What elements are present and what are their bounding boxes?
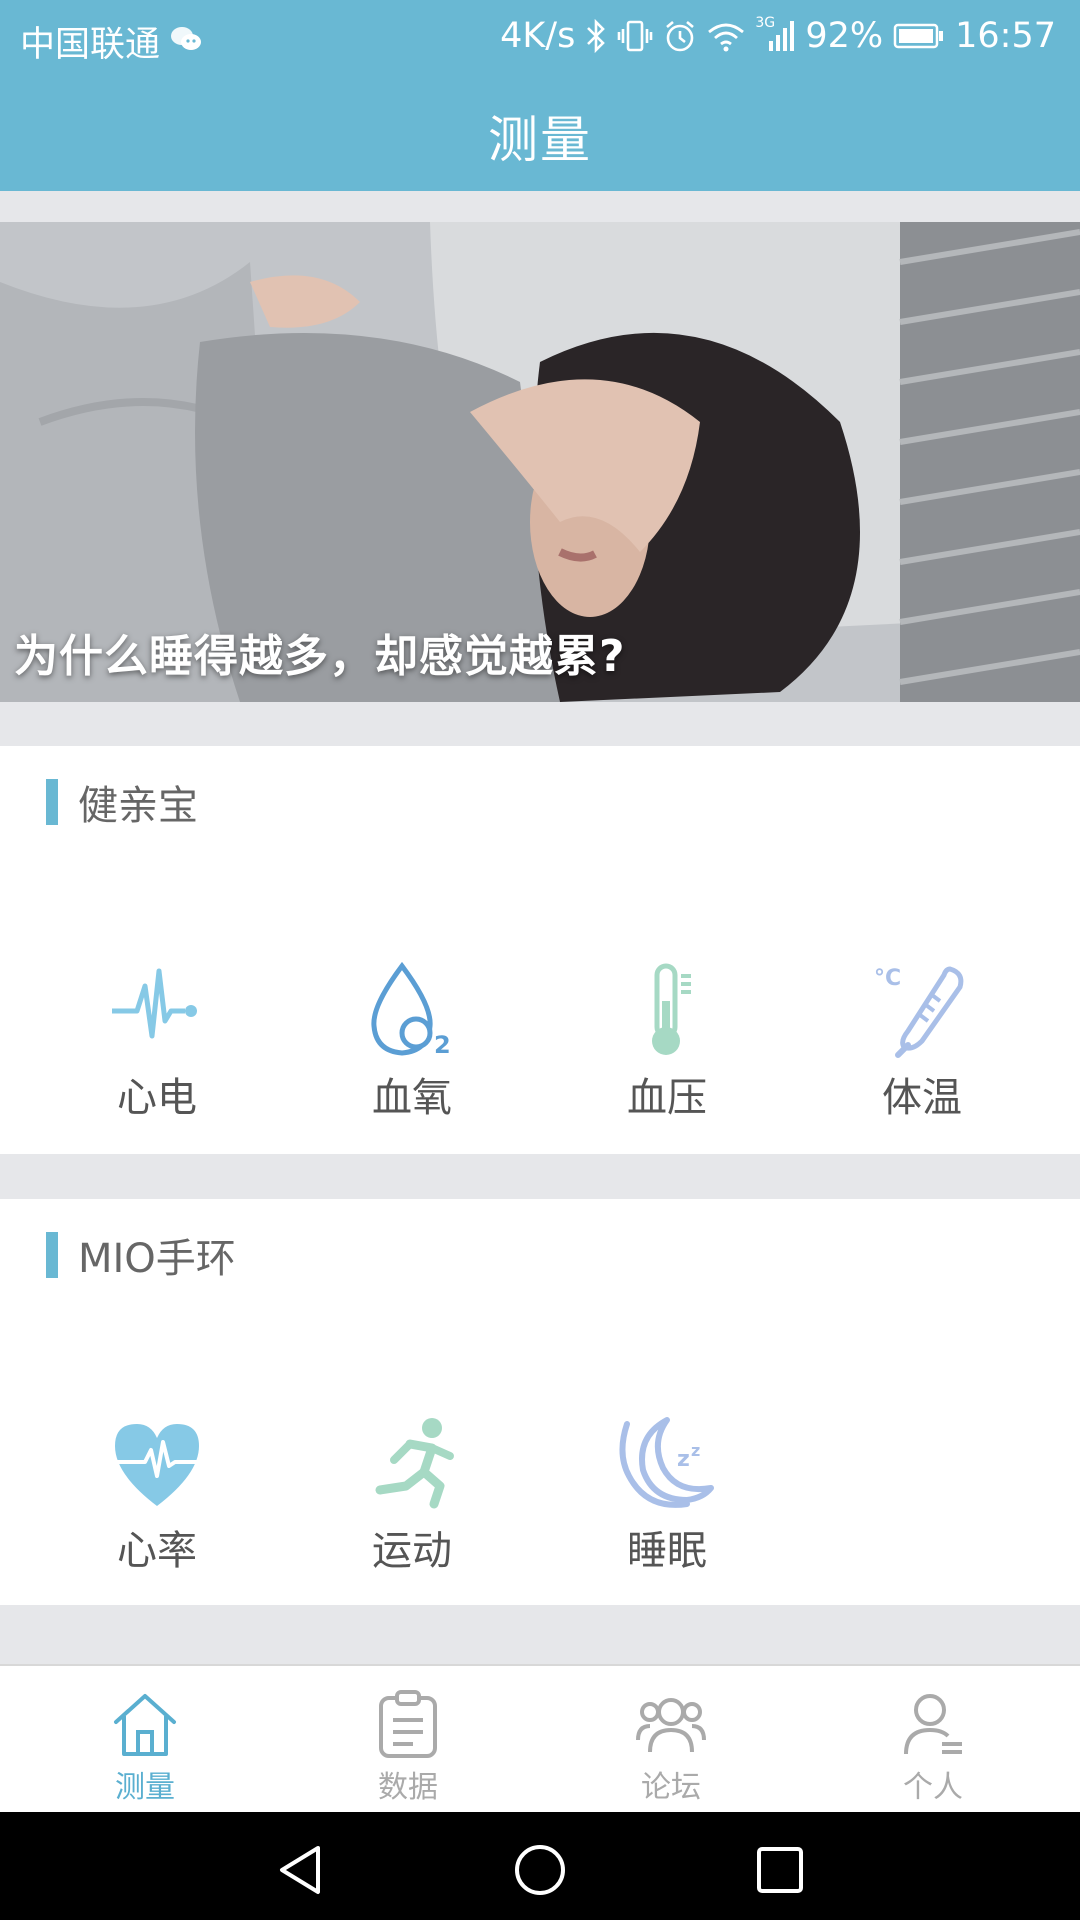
wifi-icon [707,20,745,52]
battery-percent: 92% [805,16,884,56]
section-title: MIO手环 [78,1236,236,1282]
clock: 16:57 [955,16,1056,56]
section-accent-bar [46,779,58,825]
tile-label: 心率 [117,1528,197,1574]
carrier-label: 中国联通 [20,25,161,65]
section-title: 健亲宝 [78,783,198,829]
network-type: 3G [755,15,776,31]
battery-icon [893,22,945,50]
nav-item-profile[interactable]: 个人 [863,1666,1003,1813]
nav-label: 个人 [903,1770,963,1805]
system-navigation-bar [0,1812,1080,1920]
home-icon [114,1694,176,1756]
nav-label: 数据 [378,1770,438,1805]
tile-label: 运动 [372,1528,452,1574]
tile-sleep[interactable]: z z 睡眠 [567,1414,767,1574]
article-banner[interactable]: 为什么睡得越多，却感觉越累? [0,222,1080,702]
device-section-jianqinbao: 健亲宝 心电 2 血氧 血压 °C 体温 [0,746,1080,1154]
bottom-navigation: 测量 数据 论坛 个人 [0,1664,1080,1813]
device-section-mio-band: MIO手环 心率 运动 z z 睡眠 [0,1199,1080,1605]
signal-icon: 3G [755,15,795,53]
back-icon[interactable] [272,1842,328,1898]
heart-rate-icon [115,1424,199,1506]
ecg-icon [112,968,197,1039]
tile-label: 心电 [117,1075,197,1121]
tile-exercise[interactable]: 运动 [312,1414,512,1574]
status-bar: 中国联通 4K/s 3G 92% 16:57 [0,0,1080,76]
tile-label: 睡眠 [627,1528,707,1574]
vibrate-icon [617,19,653,53]
recents-icon[interactable] [752,1842,808,1898]
tile-label: 体温 [882,1075,962,1121]
tile-blood-pressure[interactable]: 血压 [567,961,767,1121]
tile-heart-rate[interactable]: 心率 [57,1414,257,1574]
nav-item-measure[interactable]: 测量 [75,1666,215,1813]
tile-blood-oxygen[interactable]: 2 血氧 [312,961,512,1121]
person-icon [904,1694,962,1755]
alarm-icon [663,19,697,53]
tile-body-temperature[interactable]: °C 体温 [822,961,1022,1121]
bluetooth-icon [585,19,607,53]
nav-item-forum[interactable]: 论坛 [601,1666,741,1813]
clipboard-icon [379,1690,437,1758]
banner-caption: 为什么睡得越多，却感觉越累? [14,631,626,682]
section-accent-bar [46,1232,58,1278]
svg-text:°C: °C [874,966,901,991]
svg-text:2: 2 [434,1031,451,1059]
wechat-icon [170,22,202,62]
page-title: 测量 [488,111,592,169]
moon-sleep-icon: z z [619,1417,714,1508]
thermometer-icon [652,963,691,1055]
runner-icon [375,1418,454,1509]
nav-item-data[interactable]: 数据 [338,1666,478,1813]
network-speed: 4K/s [500,16,576,56]
tile-ecg[interactable]: 心电 [57,961,257,1121]
home-button-icon[interactable] [512,1842,568,1898]
people-icon [636,1698,706,1753]
tile-label: 血压 [627,1075,707,1121]
nav-label: 测量 [115,1770,175,1805]
svg-text:z: z [691,1441,700,1460]
oxygen-drop-icon: 2 [371,961,451,1059]
svg-text:z: z [677,1447,690,1472]
nav-label: 论坛 [641,1770,701,1805]
app-bar: 测量 [0,76,1080,191]
tile-label: 血氧 [372,1075,452,1121]
temperature-icon: °C [874,966,964,1058]
